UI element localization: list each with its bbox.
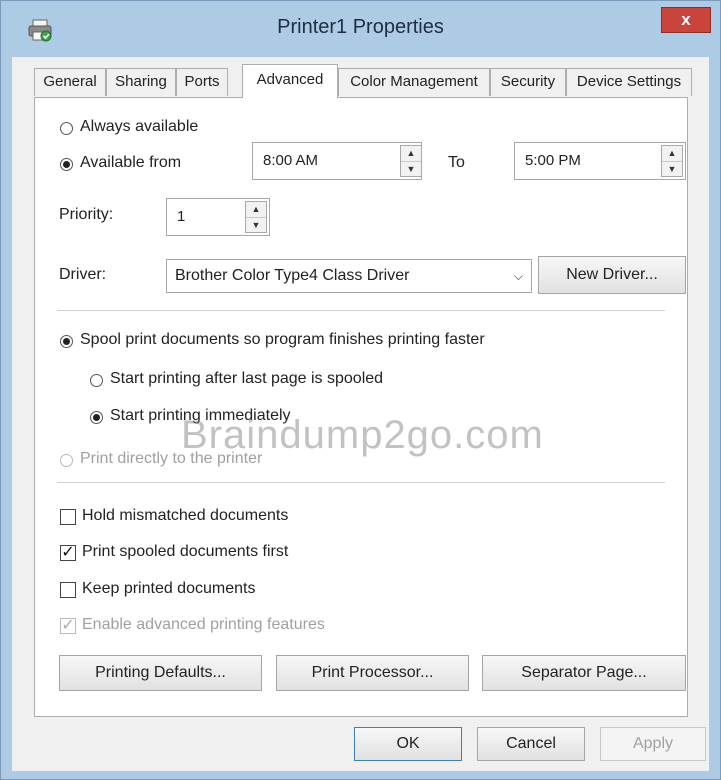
start-after-last-page-radio[interactable]: [90, 374, 103, 387]
window-title: Printer1 Properties: [277, 16, 444, 38]
tab-security[interactable]: Security: [490, 68, 566, 96]
watermark-text: Braindump2go.com: [181, 413, 544, 457]
spin-down-icon[interactable]: ▼: [401, 162, 421, 177]
tab-sharing[interactable]: Sharing: [106, 68, 176, 96]
hold-mismatched-label: Hold mismatched documents: [82, 507, 289, 524]
to-time-spinner[interactable]: ▲ ▼: [661, 145, 683, 177]
apply-button[interactable]: Apply: [600, 727, 706, 761]
always-available-radio[interactable]: [60, 122, 73, 135]
spin-up-icon[interactable]: ▲: [662, 146, 682, 162]
spool-label: Spool print documents so program finishe…: [80, 331, 485, 348]
tab-general[interactable]: General: [34, 68, 106, 96]
driver-select[interactable]: Brother Color Type4 Class Driver ⌵: [166, 259, 532, 293]
available-from-time-input[interactable]: 8:00 AM: [252, 142, 422, 180]
from-time-spinner[interactable]: ▲ ▼: [400, 145, 422, 177]
ok-button[interactable]: OK: [354, 727, 462, 761]
keep-printed-checkbox[interactable]: [60, 582, 76, 598]
available-from-radio[interactable]: [60, 158, 73, 171]
print-processor-button[interactable]: Print Processor...: [276, 655, 469, 691]
printer-properties-window: Printer1 Properties x General Sharing Po…: [0, 0, 721, 780]
dialog-client-area: General Sharing Ports Advanced Color Man…: [12, 57, 709, 771]
spin-down-icon[interactable]: ▼: [246, 218, 266, 233]
priority-label: Priority:: [59, 206, 114, 223]
chevron-down-icon: ⌵: [513, 269, 523, 283]
tab-color-management[interactable]: Color Management: [338, 68, 490, 96]
checkmark-icon: ✓: [61, 617, 75, 634]
start-after-last-page-label: Start printing after last page is spoole…: [110, 370, 384, 387]
hold-mismatched-checkbox[interactable]: [60, 509, 76, 525]
close-icon: x: [681, 10, 691, 29]
print-spooled-first-label: Print spooled documents first: [82, 543, 289, 560]
available-from-label: Available from: [80, 154, 182, 171]
separator: [57, 310, 665, 311]
keep-printed-label: Keep printed documents: [82, 580, 256, 597]
printing-defaults-button[interactable]: Printing Defaults...: [59, 655, 262, 691]
spin-up-icon[interactable]: ▲: [401, 146, 421, 162]
enable-advanced-features-checkbox[interactable]: ✓: [60, 618, 76, 634]
driver-select-value: Brother Color Type4 Class Driver: [175, 267, 410, 284]
checkmark-icon: ✓: [61, 544, 75, 561]
tab-advanced[interactable]: Advanced: [242, 64, 338, 98]
close-button[interactable]: x: [661, 7, 711, 33]
cancel-button[interactable]: Cancel: [477, 727, 585, 761]
separator-page-button[interactable]: Separator Page...: [482, 655, 686, 691]
spool-radio[interactable]: [60, 335, 73, 348]
title-bar[interactable]: Printer1 Properties x: [1, 1, 720, 57]
priority-spinner[interactable]: ▲ ▼: [245, 201, 267, 233]
separator: [57, 482, 665, 483]
spin-up-icon[interactable]: ▲: [246, 202, 266, 218]
new-driver-button[interactable]: New Driver...: [538, 256, 686, 294]
to-label: To: [448, 154, 465, 171]
always-available-label: Always available: [80, 118, 199, 135]
advanced-tab-panel: Always available Available from 8:00 AM …: [34, 97, 688, 717]
tab-device-settings[interactable]: Device Settings: [566, 68, 692, 96]
print-directly-radio[interactable]: [60, 454, 73, 467]
print-spooled-first-checkbox[interactable]: ✓: [60, 545, 76, 561]
spin-down-icon[interactable]: ▼: [662, 162, 682, 177]
enable-advanced-features-label: Enable advanced printing features: [82, 616, 325, 633]
start-immediately-radio[interactable]: [90, 411, 103, 424]
tab-ports[interactable]: Ports: [176, 68, 228, 96]
driver-label: Driver:: [59, 266, 107, 283]
